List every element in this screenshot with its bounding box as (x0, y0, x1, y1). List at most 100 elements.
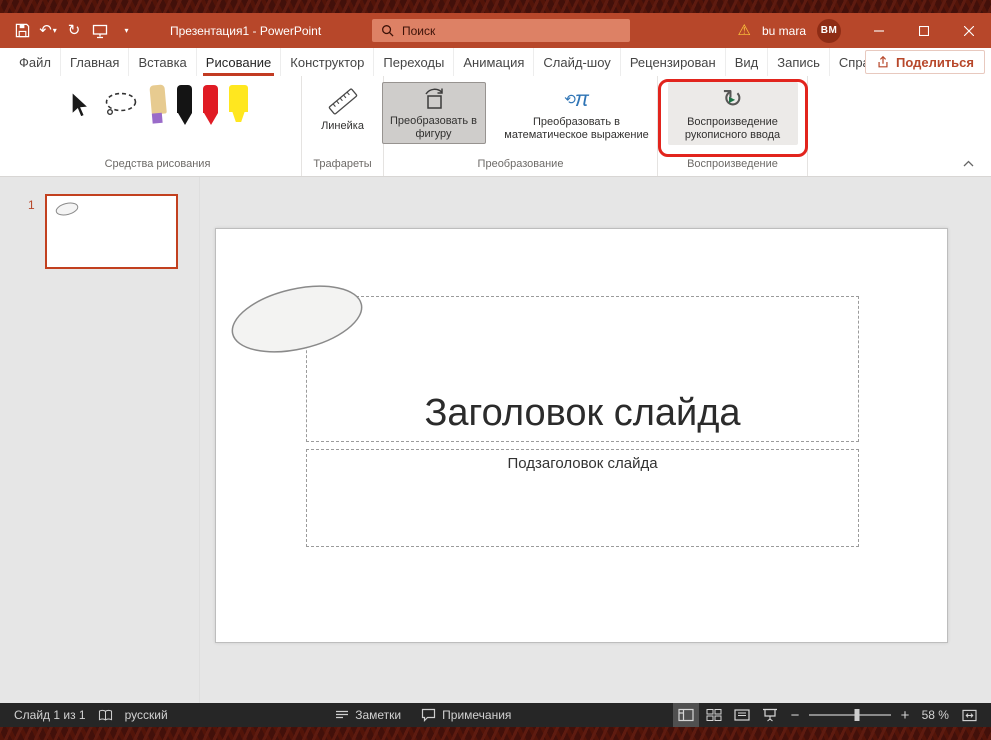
maximize-icon (918, 25, 929, 36)
ink-replay-button[interactable]: ↻ ▶ Воспроизведение рукописного ввода (657, 79, 808, 157)
slide-thumbnail[interactable] (45, 194, 178, 269)
tab-view[interactable]: Вид (724, 48, 768, 76)
eraser-icon (149, 84, 167, 115)
start-slideshow-button[interactable] (88, 18, 112, 44)
title-placeholder-text: Заголовок слайда (424, 392, 741, 434)
language-indicator[interactable]: русский (119, 703, 174, 727)
slide-thumbnail-panel: 1 (0, 177, 200, 703)
workspace: 1 Заголовок слайда Подзаголовок слайда (0, 177, 991, 703)
view-normal-button[interactable] (672, 703, 699, 727)
drawing-tools (18, 76, 297, 157)
minimize-button[interactable] (856, 13, 901, 48)
customize-qat-button[interactable]: ▾ (114, 18, 138, 44)
zoom-slider[interactable] (808, 703, 891, 727)
spellcheck-button[interactable] (92, 703, 119, 727)
pen-red-tool[interactable] (203, 85, 218, 125)
zoom-out-button[interactable]: − (785, 703, 805, 727)
titlebar-right: ⚠ bu mara BM (738, 13, 991, 48)
save-icon (15, 23, 29, 38)
tab-home[interactable]: Главная (59, 48, 128, 76)
share-button[interactable]: Поделиться (864, 50, 985, 74)
ink-replay-icon: ↻ ▶ (722, 85, 743, 113)
fit-to-window-button[interactable] (957, 703, 983, 727)
slide-number: 1 (28, 198, 35, 212)
maximize-button[interactable] (901, 13, 946, 48)
desktop-wallpaper-bottom (0, 727, 991, 740)
eraser-tool[interactable] (149, 84, 167, 124)
statusbar-center: Заметки Примечания (329, 703, 517, 727)
group-label-stencils: Трафареты (313, 158, 372, 170)
ribbon: Средства рисования Линейка Трафареты Пре… (0, 76, 991, 177)
convert-shape-icon (424, 88, 443, 109)
ink-ellipse-drawing[interactable] (216, 257, 396, 387)
tab-animations[interactable]: Анимация (453, 48, 533, 76)
tab-transitions[interactable]: Переходы (373, 48, 453, 76)
statusbar: Слайд 1 из 1 русский Заметки Примечания (0, 703, 991, 727)
share-label: Поделиться (895, 54, 974, 70)
view-reading-button[interactable] (729, 703, 755, 727)
avatar[interactable]: BM (817, 18, 841, 43)
tab-record[interactable]: Запись (767, 48, 829, 76)
tab-slideshow[interactable]: Слайд-шоу (533, 48, 619, 76)
ruler-label: Линейка (321, 120, 364, 132)
ruler-icon (328, 88, 357, 115)
ruler-button[interactable]: Линейка (315, 82, 370, 136)
undo-button[interactable]: ↶ ▾ (36, 18, 60, 44)
undo-icon: ↶ (39, 22, 52, 39)
quick-access-toolbar: ↶ ▾ ↻ ▾ (0, 18, 138, 44)
warning-icon[interactable]: ⚠ (738, 23, 751, 38)
group-label-replay: Воспроизведение (687, 158, 778, 170)
highlighter-tool[interactable] (229, 85, 248, 122)
comments-icon (422, 708, 436, 722)
tab-draw[interactable]: Рисование (195, 48, 280, 76)
pen-black-tool[interactable] (177, 85, 192, 125)
close-icon (963, 25, 974, 36)
convert-to-shape-button[interactable]: Преобразовать в фигуру (381, 82, 486, 144)
ink-replay-label: Воспроизведение рукописного ввода (684, 116, 781, 141)
ribbon-tab-bar: Файл Главная Вставка Рисование Конструкт… (0, 48, 991, 76)
save-button[interactable] (10, 18, 34, 44)
redo-button[interactable]: ↻ (62, 18, 86, 44)
subtitle-placeholder[interactable]: Подзаголовок слайда (306, 449, 859, 547)
group-label-convert: Преобразование (477, 158, 564, 170)
play-icon: ▶ (729, 95, 736, 104)
zoom-slider-thumb[interactable] (854, 709, 860, 721)
reading-view-icon (734, 709, 750, 721)
chevron-up-icon (963, 160, 973, 166)
lasso-select-tool[interactable] (102, 91, 140, 124)
slideshow-icon (92, 24, 108, 38)
notes-button[interactable]: Заметки (329, 703, 407, 727)
zoom-in-button[interactable]: + (895, 703, 915, 727)
group-replay: ↻ ▶ Воспроизведение рукописного ввода Во… (657, 76, 808, 176)
group-convert: Преобразовать в фигуру ⟲ π Преобразовать… (381, 76, 660, 176)
tab-review[interactable]: Рецензирован (619, 48, 725, 76)
collapse-ribbon-button[interactable] (959, 156, 977, 170)
view-sorter-button[interactable] (701, 703, 727, 727)
search-box[interactable] (372, 19, 630, 42)
search-input[interactable] (402, 23, 621, 38)
slide[interactable]: Заголовок слайда Подзаголовок слайда (215, 228, 948, 643)
cursor-arrow-icon (71, 90, 90, 118)
window-controls (856, 13, 991, 48)
slide-counter[interactable]: Слайд 1 из 1 (8, 703, 92, 727)
tab-file[interactable]: Файл (10, 48, 60, 76)
convert-to-math-button[interactable]: ⟲ π Преобразовать в математическое выраж… (494, 82, 660, 145)
share-icon (878, 55, 888, 68)
close-button[interactable] (946, 13, 991, 48)
convert-shape-label: Преобразовать в фигуру (390, 115, 477, 140)
tab-design[interactable]: Конструктор (280, 48, 373, 76)
view-slideshow-button[interactable] (757, 703, 783, 727)
normal-view-icon (678, 708, 694, 722)
slide-canvas: Заголовок слайда Подзаголовок слайда (200, 177, 991, 703)
comments-button[interactable]: Примечания (415, 703, 517, 727)
spellcheck-book-icon (98, 709, 112, 721)
zoom-level[interactable]: 58 % (917, 708, 953, 722)
search-icon (382, 25, 394, 37)
undo-dropdown-icon: ▾ (52, 26, 57, 35)
tab-insert[interactable]: Вставка (128, 48, 195, 76)
titlebar: ↶ ▾ ↻ ▾ Презентация1 - PowerPoint ⚠ bu m… (0, 13, 991, 48)
user-name[interactable]: bu mara (762, 24, 806, 38)
redo-icon: ↻ (67, 22, 81, 39)
select-tool[interactable] (67, 90, 91, 126)
powerpoint-window: ↶ ▾ ↻ ▾ Презентация1 - PowerPoint ⚠ bu m… (0, 0, 991, 740)
